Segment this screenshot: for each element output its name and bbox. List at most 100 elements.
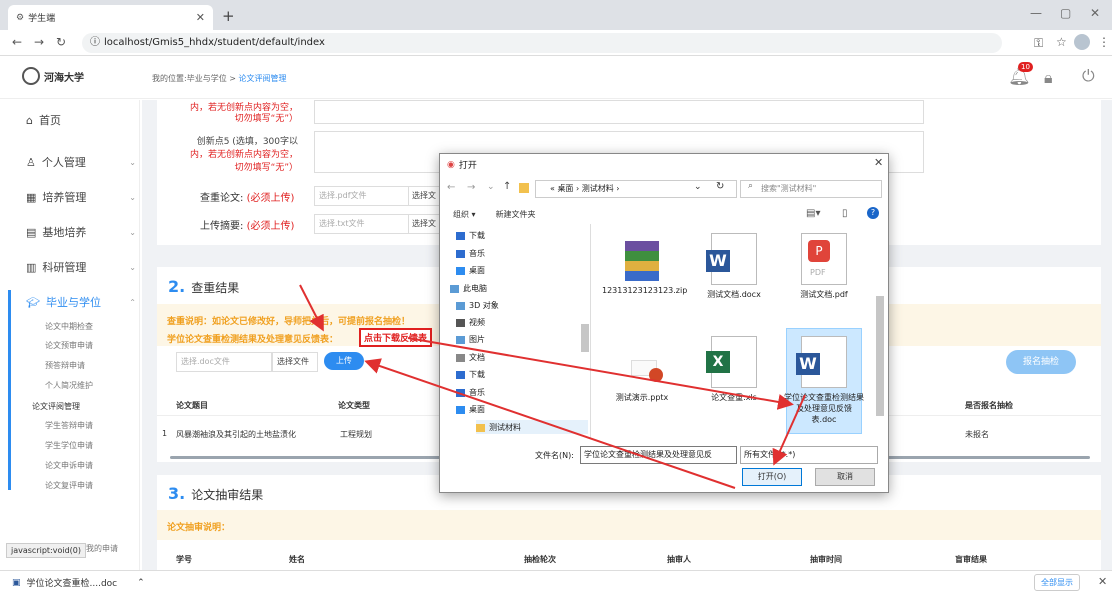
file-item[interactable]: X 论文查重.xls (694, 336, 774, 403)
status-bar: javascript:void(0) (6, 543, 87, 558)
minimize-icon[interactable]: — (1030, 6, 1042, 20)
sidebar-item-graduation[interactable]: 🎓︎ 毕业与学位 ⌃ (26, 294, 136, 310)
profile-avatar[interactable] (1074, 34, 1090, 50)
nav-item[interactable]: 音乐 (456, 248, 485, 259)
sidebar-sub-item[interactable]: 论文评阅管理 (32, 401, 80, 412)
doc-upload-input[interactable]: 选择.doc文件 (176, 352, 272, 372)
abstract-choose-file-button[interactable]: 选择文 (408, 214, 440, 234)
nav-item[interactable]: 桌面 (456, 265, 485, 276)
nav-item-label: 文档 (469, 353, 485, 362)
col-auditor: 抽审人 (667, 555, 691, 564)
file-item[interactable]: 测试演示.pptx (602, 336, 682, 403)
search-icon: ⌕ (748, 181, 754, 191)
download-item[interactable]: ▣ 学位论文查重检....doc ⌃ (12, 576, 145, 590)
file-item[interactable]: P PDF 测试文档.pdf (784, 233, 864, 300)
sidebar-item-personal[interactable]: ♙ 个人管理 ⌄ (26, 154, 136, 170)
check-paper-label: 查重论文: (必须上传) (200, 189, 294, 204)
nav-scrollbar[interactable] (581, 324, 589, 352)
file-scrollbar[interactable] (876, 296, 884, 416)
innovation4-textarea[interactable] (314, 100, 924, 124)
show-all-button[interactable]: 全部显示 (1034, 574, 1080, 591)
nav-item[interactable]: 视频 (456, 317, 485, 328)
dialog-back-icon[interactable]: ← (447, 182, 455, 193)
reload-icon[interactable]: ↻ (56, 35, 66, 49)
lock-icon[interactable]: 🔒︎ (1044, 68, 1053, 88)
view-options-icon[interactable]: ▤▾ (806, 208, 820, 219)
dialog-path-bar[interactable]: « 桌面 › 测试材料 › (535, 180, 737, 198)
preview-pane-icon[interactable]: ▯ (842, 208, 848, 219)
nav-folder-icon (456, 231, 465, 240)
filetype-select[interactable]: 所有文件 (*.*) (740, 446, 878, 464)
close-download-bar-icon[interactable]: ✕ (1098, 575, 1107, 588)
breadcrumb-current: 论文评阅管理 (238, 74, 287, 83)
abstract-input[interactable]: 选择.txt文件 (314, 214, 409, 234)
choose-file-button[interactable]: 选择文件 (272, 352, 318, 372)
forward-icon[interactable]: → (34, 35, 44, 49)
sidebar-sub-item[interactable]: 个人简况维护 (45, 380, 93, 391)
dialog-forward-icon[interactable]: → (467, 182, 475, 193)
nav-item[interactable]: 此电脑 (450, 283, 487, 294)
nav-item[interactable]: 文档 (456, 352, 485, 363)
back-icon[interactable]: ← (12, 35, 22, 49)
open-button[interactable]: 打开(O) (742, 468, 802, 486)
sidebar-sub-item[interactable]: 论文中期检查 (45, 321, 93, 332)
filename-input[interactable]: 学位论文查重检测结果及处理意见反 (580, 446, 737, 464)
notification-badge: 10 (1018, 62, 1033, 72)
sidebar-sub-item[interactable]: 预答辩申请 (45, 360, 85, 371)
chevron-up-icon[interactable]: ⌃ (137, 578, 145, 588)
sidebar-item-label: 毕业与学位 (45, 296, 101, 309)
nav-item[interactable]: 3D 对象 (456, 300, 499, 311)
sidebar-sub-item[interactable]: 论文预审申请 (45, 340, 93, 351)
nav-folder-icon (456, 249, 465, 258)
nav-item[interactable]: 下载 (456, 230, 485, 241)
nav-item[interactable]: 下载 (456, 369, 485, 380)
check-paper-input[interactable]: 选择.pdf文件 (314, 186, 409, 206)
file-item[interactable]: W 测试文档.docx (694, 233, 774, 300)
file-item[interactable]: 12313123123123.zip (602, 233, 687, 296)
window-close-icon[interactable]: ✕ (1090, 6, 1100, 20)
dialog-refresh-icon[interactable]: ↻ (716, 181, 724, 192)
help-icon[interactable]: ? (867, 207, 879, 219)
sidebar-sub-item[interactable]: 论文复评申请 (45, 480, 93, 491)
chevron-down-icon: ⌄ (129, 227, 136, 237)
sidebar-sub-item[interactable]: 论文申诉申请 (45, 460, 93, 471)
upload-button[interactable]: 上传 (324, 352, 364, 370)
nav-item[interactable]: 音乐 (456, 387, 485, 398)
sidebar-sub-item[interactable]: 学生学位申请 (45, 440, 93, 451)
signup-check-button[interactable]: 报名抽检 (1006, 350, 1076, 374)
path-dropdown-icon[interactable]: ⌄ (694, 182, 702, 192)
organize-menu[interactable]: 组织 ▾ (453, 209, 476, 220)
dialog-close-icon[interactable]: ✕ (874, 156, 883, 169)
sidebar-item-research[interactable]: ▥ 科研管理 ⌄ (26, 259, 136, 275)
browser-tab[interactable]: ⚙ 学生端 ✕ (8, 5, 213, 30)
maximize-icon[interactable]: ▢ (1060, 6, 1071, 20)
power-icon[interactable]: ⏻ (1082, 66, 1095, 86)
dialog-search-input[interactable]: 搜索"测试材料" (740, 180, 882, 198)
nav-item[interactable]: 图片 (456, 334, 485, 345)
dialog-recent-icon[interactable]: ⌄ (487, 182, 495, 192)
url-input[interactable]: ⓘ localhost/Gmis5_hhdx/student/default/in… (82, 33, 1002, 53)
dialog-up-icon[interactable]: ↑ (503, 181, 511, 192)
sidebar-item-base[interactable]: ▤ 基地培养 ⌄ (26, 224, 136, 240)
nav-item[interactable]: 桌面 (456, 404, 485, 415)
nav-folder-icon (456, 388, 465, 397)
sidebar-sub-item[interactable]: 学生答辩申请 (45, 420, 93, 431)
key-icon[interactable]: ⚿ (1034, 36, 1043, 51)
sidebar-item-training[interactable]: ▦ 培养管理 ⌄ (26, 189, 136, 205)
sidebar-sub-my-apply[interactable]: 我的申请 (86, 543, 118, 554)
section3-title: 论文抽审结果 (191, 488, 264, 502)
nav-item[interactable]: 测试材料 (476, 422, 521, 433)
section3-num: 3. (168, 484, 186, 503)
download-filename: 学位论文查重检....doc (26, 579, 118, 589)
sidebar-item-home[interactable]: ⌂ 首页 (26, 112, 136, 128)
close-tab-icon[interactable]: ✕ (196, 11, 205, 24)
download-feedback-link[interactable]: 点击下载反馈表 (359, 328, 433, 347)
cancel-button[interactable]: 取消 (815, 468, 875, 486)
more-menu-icon[interactable]: ⋮ (1098, 35, 1110, 49)
file-item-selected[interactable]: W 学位论文查重检测结果及处理意见反馈表.doc (784, 336, 864, 425)
new-folder-button[interactable]: 新建文件夹 (496, 209, 536, 220)
check-choose-file-button[interactable]: 选择文 (408, 186, 440, 206)
star-icon[interactable]: ☆ (1056, 35, 1067, 49)
nav-item-label: 桌面 (469, 405, 485, 414)
new-tab-icon[interactable]: + (222, 7, 235, 25)
